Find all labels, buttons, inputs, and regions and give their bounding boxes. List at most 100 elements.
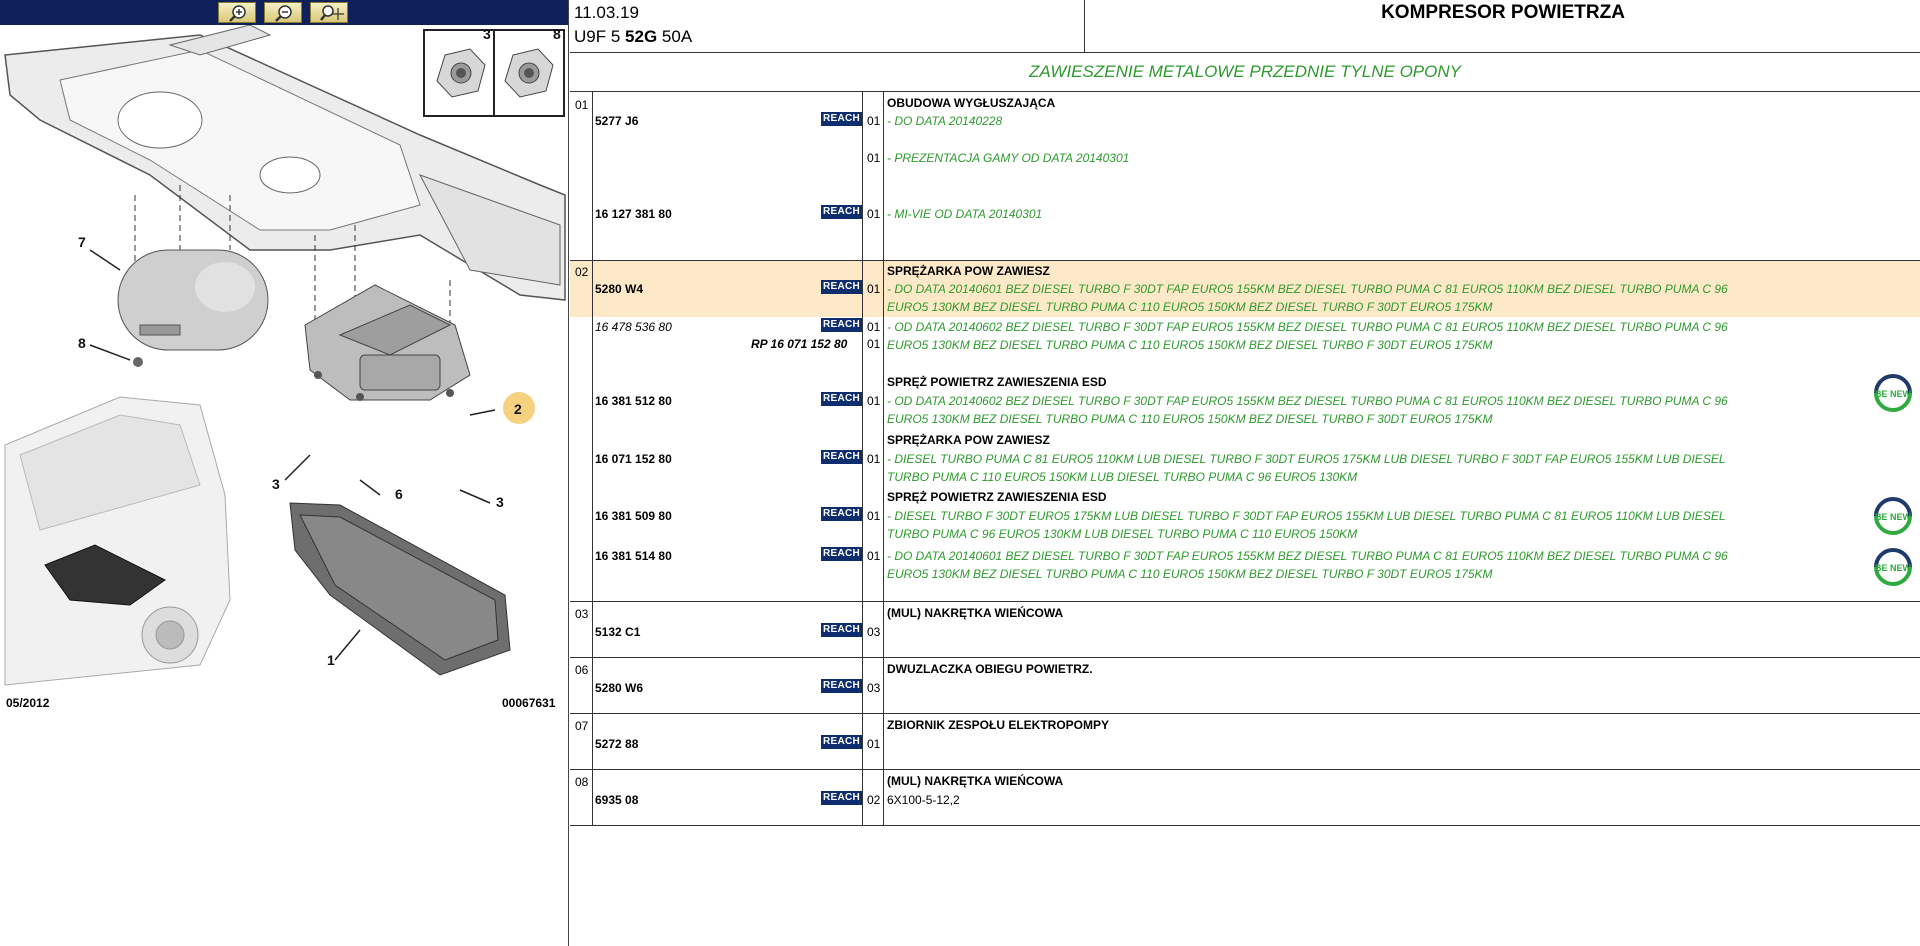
model-code-b: 52G — [625, 27, 658, 46]
reach-badge: REACH — [821, 547, 862, 561]
part-number[interactable]: 16 381 514 80 — [595, 549, 672, 563]
svg-text:BE NEW: BE NEW — [1875, 389, 1912, 399]
ref-number: 03 — [575, 607, 589, 621]
ref-number: 06 — [575, 663, 589, 677]
part-number[interactable]: 5280 W6 — [595, 681, 643, 695]
table-row[interactable]: 01 OBUDOWA WYGŁUSZAJĄCA 5277 J6 REACH 01… — [570, 92, 1920, 261]
part-note: - DO DATA 20140601 BEZ DIESEL TURBO F 30… — [887, 549, 1728, 581]
diagram-code: 00067631 — [502, 696, 556, 710]
reach-badge: REACH — [821, 679, 862, 693]
diagram-date: 05/2012 — [6, 696, 50, 710]
table-row[interactable]: 02 SPRĘŻARKA POW ZAWIESZ 5280 W4 REACH 0… — [570, 261, 1920, 602]
svg-text:BE NEW: BE NEW — [1875, 512, 1912, 522]
zoom-out-button[interactable] — [264, 2, 302, 23]
pan-icon — [320, 5, 344, 21]
reach-badge: REACH — [821, 735, 862, 749]
table-row[interactable]: 07 ZBIORNIK ZESPOŁU ELEKTROPOMPY 5272 88… — [570, 714, 1920, 770]
be-new-badge-icon: BE NEW — [1874, 548, 1912, 586]
reach-badge: REACH — [821, 450, 862, 464]
quantity: 01 — [867, 549, 881, 563]
quantity: 01 — [867, 337, 881, 351]
group-title: ZAWIESZENIE METALOWE PRZEDNIE TYLNE OPON… — [1029, 62, 1461, 81]
part-note: - DIESEL TURBO F 30DT EURO5 175KM LUB DI… — [887, 509, 1726, 541]
diagram-toolbar — [0, 0, 568, 25]
part-note: - DO DATA 20140601 BEZ DIESEL TURBO F 30… — [887, 282, 1728, 314]
table-row[interactable]: 06 DWUZLACZKA OBIEGU POWIETRZ. 5280 W6 R… — [570, 658, 1920, 714]
nut-inset — [423, 29, 565, 117]
quantity: 03 — [867, 625, 881, 639]
parts-list-pane: 11.03.19 U9F 5 52G 50A KOMPRESOR POWIETR… — [570, 0, 1920, 946]
part-number[interactable]: 5280 W4 — [595, 282, 643, 296]
quantity: 01 — [867, 282, 881, 296]
reach-badge: REACH — [821, 112, 862, 126]
inset-callout-8: 8 — [553, 26, 561, 42]
part-note: - OD DATA 20140602 BEZ DIESEL TURBO F 30… — [887, 394, 1728, 426]
model-code-c: 50A — [661, 27, 693, 46]
part-description: SPRĘŻARKA POW ZAWIESZ — [887, 264, 1050, 278]
quantity: 01 — [867, 151, 881, 165]
part-note: - MI-VIE OD DATA 20140301 — [887, 207, 1043, 221]
reach-badge: REACH — [821, 280, 862, 294]
part-description: SPRĘŻ POWIETRZ ZAWIESZENIA ESD — [887, 490, 1107, 504]
group-row: ZAWIESZENIE METALOWE PRZEDNIE TYLNE OPON… — [570, 53, 1920, 92]
quantity: 01 — [867, 394, 881, 408]
part-note: - PREZENTACJA GAMY OD DATA 20140301 — [887, 151, 1130, 165]
replacement-part-number[interactable]: RP 16 071 152 80 — [751, 337, 847, 351]
zoom-in-button[interactable] — [218, 2, 256, 23]
part-description: SPRĘŻ POWIETRZ ZAWIESZENIA ESD — [887, 375, 1107, 389]
pan-zoom-button[interactable] — [310, 2, 348, 23]
reach-badge: REACH — [821, 791, 862, 805]
table-row[interactable]: 03 (MUL) NAKRĘTKA WIEŃCOWA 5132 C1 REACH… — [570, 602, 1920, 658]
header-divider — [1084, 0, 1085, 52]
part-number[interactable]: 16 478 536 80 — [595, 320, 672, 334]
header-model: U9F 5 52G 50A — [574, 27, 692, 47]
part-number[interactable]: 6935 08 — [595, 793, 638, 807]
reach-badge: REACH — [821, 623, 862, 637]
quantity: 01 — [867, 320, 881, 334]
reach-badge: REACH — [821, 318, 862, 332]
part-number[interactable]: 5277 J6 — [595, 114, 638, 128]
reach-badge: REACH — [821, 392, 862, 406]
zoom-out-icon — [275, 5, 292, 22]
part-number[interactable]: 16 381 512 80 — [595, 394, 672, 408]
part-spec: 6X100-5-12,2 — [887, 793, 960, 807]
van-outline — [4, 396, 231, 686]
diagram-pane: 3 8 7 8 2 3 6 3 1 05/2012 00067631 — [0, 0, 569, 946]
ref-number: 01 — [575, 98, 589, 112]
table-row[interactable]: 08 (MUL) NAKRĘTKA WIEŃCOWA 6935 08 REACH… — [570, 770, 1920, 826]
quantity: 01 — [867, 207, 881, 221]
callout-6: 6 — [395, 486, 403, 502]
part-description: OBUDOWA WYGŁUSZAJĄCA — [887, 96, 1056, 110]
quantity: 01 — [867, 509, 881, 523]
compressor-tray — [289, 502, 511, 676]
model-code-a: U9F 5 — [574, 27, 621, 46]
part-number[interactable]: 16 381 509 80 — [595, 509, 672, 523]
part-description: DWUZLACZKA OBIEGU POWIETRZ. — [887, 662, 1093, 676]
part-number[interactable]: 5132 C1 — [595, 625, 640, 639]
svg-text:BE NEW: BE NEW — [1875, 563, 1912, 573]
callout-3-right: 3 — [496, 494, 504, 510]
ref-number: 08 — [575, 775, 589, 789]
part-description: (MUL) NAKRĘTKA WIEŃCOWA — [887, 774, 1064, 788]
part-description: ZBIORNIK ZESPOŁU ELEKTROPOMPY — [887, 718, 1110, 732]
part-description: SPRĘŻARKA POW ZAWIESZ — [887, 433, 1050, 447]
air-tank — [117, 249, 269, 351]
part-note: - DIESEL TURBO PUMA C 81 EURO5 110KM LUB… — [887, 452, 1726, 484]
inset-callout-3: 3 — [483, 26, 491, 42]
callout-1: 1 — [327, 652, 335, 668]
page-title: KOMPRESOR POWIETRZA — [1381, 2, 1625, 23]
reach-badge: REACH — [821, 507, 862, 521]
exploded-parts-diagram: 3 8 7 8 2 3 6 3 1 — [4, 25, 566, 686]
quantity: 01 — [867, 452, 881, 466]
ref-number: 02 — [575, 265, 589, 279]
header-date: 11.03.19 — [574, 3, 639, 22]
header: 11.03.19 U9F 5 52G 50A KOMPRESOR POWIETR… — [570, 0, 1920, 53]
part-note: - OD DATA 20140602 BEZ DIESEL TURBO F 30… — [887, 320, 1728, 352]
callout-8: 8 — [78, 335, 86, 351]
ref-number: 07 — [575, 719, 589, 733]
part-number[interactable]: 16 127 381 80 — [595, 207, 672, 221]
part-note: - DO DATA 20140228 — [887, 114, 1003, 128]
part-number[interactable]: 16 071 152 80 — [595, 452, 672, 466]
part-number[interactable]: 5272 88 — [595, 737, 638, 751]
part-description: (MUL) NAKRĘTKA WIEŃCOWA — [887, 606, 1064, 620]
